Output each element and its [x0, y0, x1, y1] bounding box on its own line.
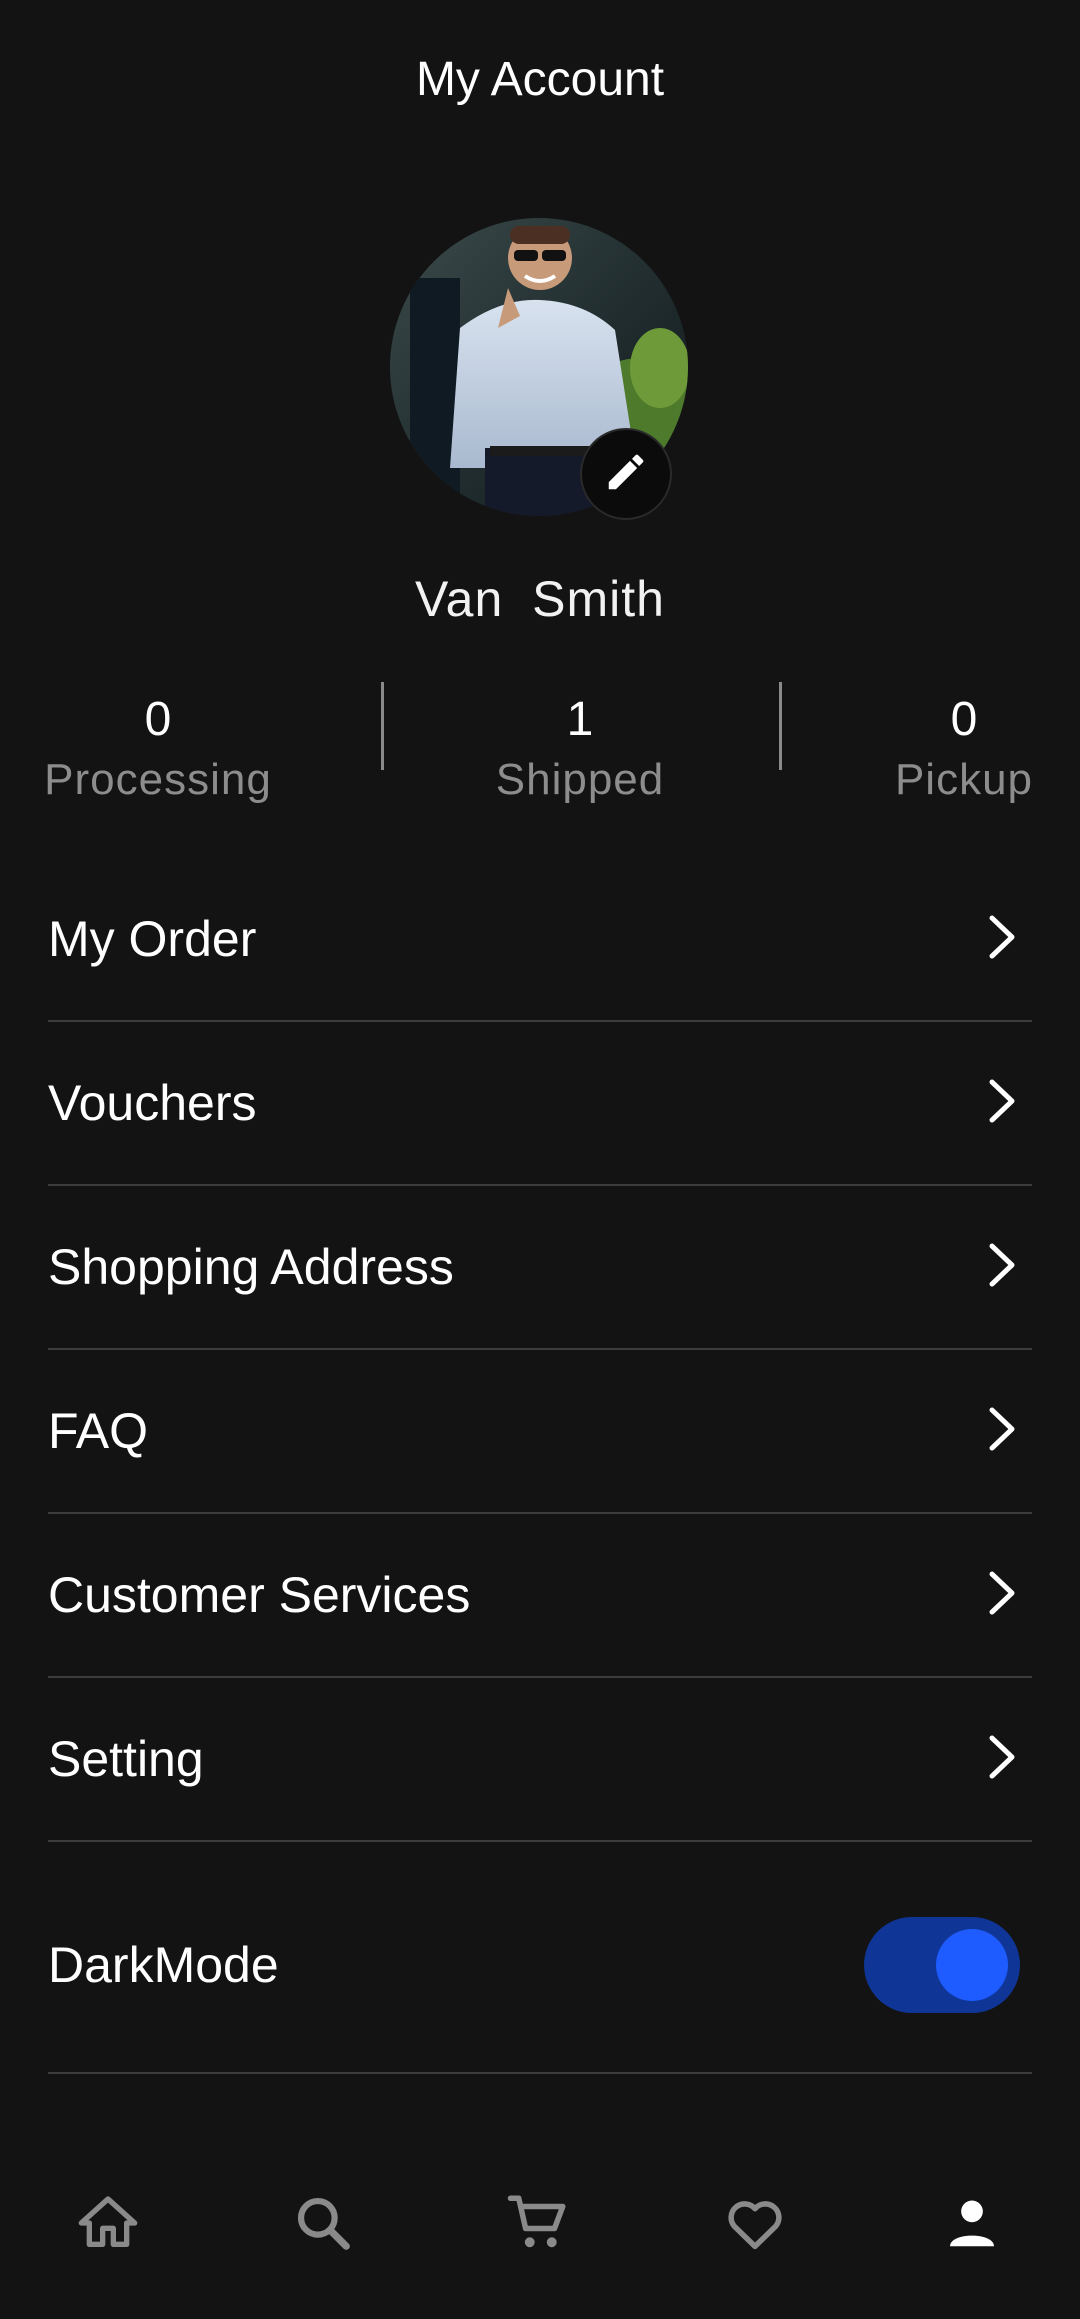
menu-item-vouchers[interactable]: Vouchers — [48, 1022, 1032, 1186]
dark-mode-row: DarkMode — [48, 1846, 1032, 2074]
stats-divider — [779, 682, 782, 770]
menu-item-label: Setting — [48, 1731, 204, 1787]
stat-pickup-count: 0 — [950, 693, 978, 746]
menu-item-customer-services[interactable]: Customer Services — [48, 1514, 1032, 1678]
chevron-right-icon — [982, 912, 1032, 967]
dark-mode-toggle[interactable] — [864, 1917, 1020, 2013]
chevron-right-icon — [982, 1076, 1032, 1131]
chevron-right-icon — [982, 1732, 1032, 1787]
menu-item-label: Shopping Address — [48, 1239, 454, 1295]
profile-icon — [941, 2192, 1003, 2259]
nav-search[interactable] — [268, 2170, 378, 2280]
order-stats: 0 Processing 1 Shipped 0 Pickup — [0, 690, 1080, 820]
chevron-right-icon — [982, 1404, 1032, 1459]
edit-avatar-button[interactable] — [580, 428, 672, 520]
nav-profile[interactable] — [917, 2170, 1027, 2280]
stat-processing[interactable]: 0 Processing — [40, 690, 276, 810]
home-icon — [76, 2191, 140, 2260]
profile-avatar-container — [390, 218, 688, 520]
menu-item-my-order[interactable]: My Order — [48, 858, 1032, 1022]
chevron-right-icon — [982, 1568, 1032, 1623]
user-last-name: Smith — [532, 571, 665, 627]
dark-mode-label: DarkMode — [48, 1937, 279, 1993]
menu-item-label: FAQ — [48, 1403, 149, 1459]
nav-home[interactable] — [53, 2170, 163, 2280]
stat-processing-label: Processing — [44, 755, 272, 804]
account-menu: My Order Vouchers Shopping Address FAQ C… — [48, 858, 1032, 1842]
stat-shipped[interactable]: 1 Shipped — [460, 690, 700, 810]
cart-icon — [505, 2190, 571, 2261]
stat-pickup[interactable]: 0 Pickup — [890, 690, 1038, 810]
menu-item-setting[interactable]: Setting — [48, 1678, 1032, 1842]
menu-item-faq[interactable]: FAQ — [48, 1350, 1032, 1514]
stat-shipped-label: Shipped — [495, 755, 665, 804]
pencil-icon — [603, 449, 649, 500]
stat-processing-count: 0 — [144, 693, 172, 746]
page-title: My Account — [415, 53, 665, 106]
stats-divider — [381, 682, 384, 770]
bottom-navigation — [0, 2170, 1080, 2280]
user-name: Van Smith — [0, 570, 1080, 628]
search-icon — [292, 2192, 354, 2259]
menu-item-shopping-address[interactable]: Shopping Address — [48, 1186, 1032, 1350]
user-first-name: Van — [415, 571, 504, 627]
nav-wishlist[interactable] — [700, 2170, 810, 2280]
menu-item-label: My Order — [48, 911, 257, 967]
stat-shipped-count: 1 — [566, 693, 594, 746]
chevron-right-icon — [982, 1240, 1032, 1295]
stat-pickup-label: Pickup — [894, 755, 1034, 804]
nav-cart[interactable] — [483, 2170, 593, 2280]
menu-item-label: Customer Services — [48, 1567, 471, 1623]
toggle-knob — [936, 1929, 1008, 2001]
menu-item-label: Vouchers — [48, 1075, 257, 1131]
heart-icon — [722, 2190, 788, 2261]
